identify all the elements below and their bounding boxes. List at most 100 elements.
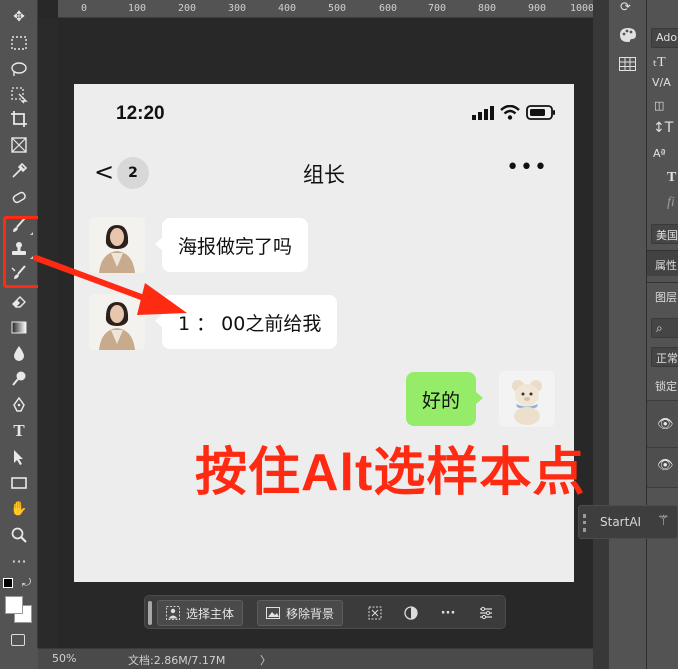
status-time: 12:20 <box>116 103 165 124</box>
annotation-text: 按住Alt选样本点 <box>195 444 586 502</box>
image-icon <box>266 607 280 619</box>
type-icon[interactable]: T <box>7 420 31 442</box>
font-family-value: Adob <box>656 31 678 44</box>
select-subject-label: 选择主体 <box>186 606 235 621</box>
zoom-level[interactable]: 50% <box>52 652 76 665</box>
lasso-icon[interactable] <box>7 58 31 80</box>
blend-mode-select[interactable]: 正常 <box>651 347 678 367</box>
font-size-icon[interactable]: ₜT <box>653 54 666 71</box>
chat-screenshot: 12:20 < 2 组长 ••• 海报做完了吗 1 ： 00之前给我 好的 <box>74 84 574 582</box>
swatches-grid-icon[interactable] <box>619 56 636 75</box>
status-icons <box>472 105 556 120</box>
language-value: 美国 <box>656 229 678 242</box>
toolbar-bottom <box>0 648 38 669</box>
tab-layers-label: 图层 <box>655 291 677 304</box>
crop-icon[interactable] <box>7 108 31 130</box>
zoom-icon[interactable] <box>7 524 31 546</box>
language-field[interactable]: 美国 <box>651 224 678 244</box>
marquee-icon[interactable] <box>7 32 31 54</box>
ruler-mark: 600 <box>379 3 398 14</box>
ruler-mark: 800 <box>478 3 497 14</box>
kerning-icon[interactable]: V/A <box>652 76 671 89</box>
layer-filter-field[interactable]: ⌕ <box>651 318 678 338</box>
character-panel: Adob ₜT V/A ◫ ↕T Aª T fi 美国 属性 图层 ⌕ 正常 锁… <box>646 0 678 669</box>
settings-sliders-icon[interactable] <box>475 602 497 624</box>
blend-mode-value: 正常 <box>656 352 678 365</box>
rectangle-icon[interactable] <box>7 472 31 494</box>
tracking-icon[interactable]: ◫ <box>654 99 664 112</box>
avatar-self[interactable] <box>499 371 555 427</box>
move-icon[interactable]: ✥ <box>7 6 31 28</box>
remove-background-button[interactable]: 移除背景 <box>257 600 344 626</box>
font-family-field[interactable]: Adob <box>651 28 678 48</box>
ruler-mark: 700 <box>428 3 447 14</box>
status-bar: 50% 文档:2.86M/7.17M 〉 <box>38 648 593 669</box>
tab-properties-label: 属性 <box>655 259 677 272</box>
path-select-icon[interactable] <box>7 446 31 468</box>
ruler-horizontal: 0 100 200 300 400 500 600 700 800 900 10… <box>58 0 594 18</box>
pen-icon[interactable] <box>7 394 31 416</box>
history-icon[interactable]: ⟳ <box>620 0 631 15</box>
chat-title: 组长 <box>303 163 345 187</box>
ruler-vertical <box>38 18 58 648</box>
vertical-scale-icon[interactable]: ↕T <box>653 120 673 136</box>
more-options-icon[interactable]: ••• <box>506 155 548 180</box>
more-tools-icon[interactable]: ··· <box>7 550 31 572</box>
contextual-taskbar: 选择主体 移除背景 ··· <box>144 595 506 629</box>
eyedropper-icon[interactable] <box>7 160 31 182</box>
message-bubble: 1 ： 00之前给我 <box>154 295 338 349</box>
taskbar-grip[interactable] <box>148 601 152 625</box>
blur-icon[interactable] <box>7 342 31 364</box>
quick-mask-icon[interactable] <box>11 634 25 646</box>
chat-header: < 2 组长 ••• <box>74 150 574 194</box>
select-subject-button[interactable]: 选择主体 <box>157 600 244 626</box>
frame-icon[interactable] <box>7 134 31 156</box>
avatar-contact[interactable] <box>89 294 145 350</box>
lock-label: 锁定 <box>655 380 677 393</box>
layer-row[interactable]: 👁 <box>647 400 678 448</box>
faux-bold-icon[interactable]: T <box>667 170 676 186</box>
panel-dock-strip <box>593 0 608 669</box>
search-icon: ⌕ <box>656 321 663 335</box>
photoshop-window: ✥ T ✋ ··· ⤾ 0 100 200 300 400 500 600 70… <box>0 0 678 669</box>
hand-icon[interactable]: ✋ <box>7 498 31 520</box>
ruler-mark: 0 <box>81 3 88 14</box>
status-expand-chevron-icon[interactable]: 〉 <box>260 652 271 668</box>
tab-properties[interactable]: 属性 <box>647 250 678 276</box>
layer-row[interactable]: 👁 <box>647 448 678 488</box>
dodge-icon[interactable] <box>7 368 31 390</box>
remove-background-label: 移除背景 <box>286 606 335 621</box>
panel-icon-column: ⟳ <box>608 0 646 669</box>
foreground-color-swatch[interactable] <box>5 596 23 614</box>
ruler-mark: 400 <box>278 3 297 14</box>
default-colors-icon[interactable] <box>3 578 13 588</box>
object-select-icon[interactable] <box>7 84 31 106</box>
more-button[interactable]: ··· <box>437 602 459 624</box>
eraser-icon[interactable] <box>7 290 31 312</box>
person-icon <box>166 606 180 620</box>
ligature-glyph[interactable]: fi <box>667 195 675 211</box>
adjustment-icon[interactable] <box>400 602 422 624</box>
magic-wand-icon[interactable]: ⚚ <box>657 513 670 529</box>
ruler-mark: 900 <box>528 3 547 14</box>
transform-icon[interactable] <box>364 602 386 624</box>
ruler-mark: 200 <box>178 3 197 14</box>
tab-layers[interactable]: 图层 <box>647 282 678 308</box>
ruler-mark: 500 <box>328 3 347 14</box>
spot-heal-icon[interactable] <box>7 186 31 208</box>
message-bubble-self: 好的 <box>406 372 484 426</box>
baseline-shift-icon[interactable]: Aª <box>653 147 666 160</box>
startai-grip[interactable] <box>583 514 586 532</box>
avatar-contact[interactable] <box>89 217 145 273</box>
startai-panel[interactable]: StartAI ⚚ <box>578 505 678 539</box>
gradient-icon[interactable] <box>7 316 31 338</box>
wifi-icon <box>500 105 520 120</box>
visibility-eye-icon[interactable]: 👁 <box>657 417 674 432</box>
document-info: 文档:2.86M/7.17M <box>128 654 226 667</box>
tools-panel: ✥ T ✋ ··· ⤾ <box>0 0 38 669</box>
swap-colors-icon[interactable]: ⤾ <box>22 576 31 590</box>
ruler-mark: 100 <box>128 3 147 14</box>
battery-icon <box>526 105 555 120</box>
color-palette-icon[interactable] <box>619 27 637 47</box>
visibility-eye-icon[interactable]: 👁 <box>657 458 674 473</box>
